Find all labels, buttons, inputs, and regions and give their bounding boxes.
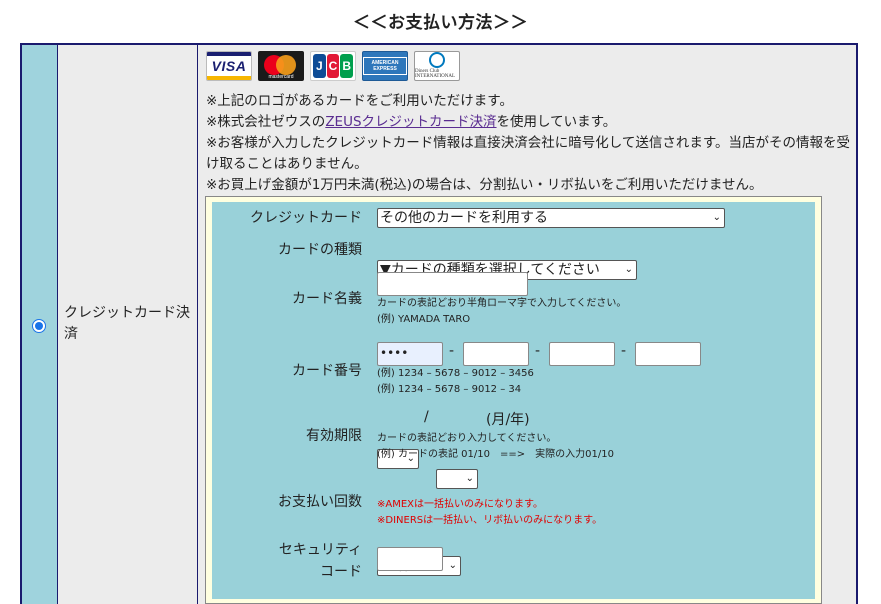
jcb-logo: J C B — [310, 51, 356, 81]
chevron-down-icon: ⌄ — [448, 560, 457, 571]
payment-method-table: クレジットカード決済 VISA mastercard J C B AMERICA… — [20, 43, 858, 604]
payment-notes: ※上記のロゴがあるカードをご利用いただけます。 ※株式会社ゼウスのZEUSクレジ… — [206, 91, 854, 196]
diners-club-logo: Diners Club INTERNATIONAL — [414, 51, 460, 81]
method-label-column: クレジットカード決済 — [58, 45, 198, 604]
expiry-slash: / — [424, 409, 429, 425]
zeus-link[interactable]: ZEUSクレジットカード決済 — [325, 114, 496, 130]
diners-logo-text: Diners Club INTERNATIONAL — [415, 68, 455, 79]
card-logos: VISA mastercard J C B AMERICAN EXPRESS D… — [206, 51, 460, 83]
card-number-example1: (例) 1234 – 5678 – 9012 – 3456 — [377, 368, 534, 379]
credit-card-label: クレジットカード — [250, 210, 362, 226]
card-form-box: クレジットカード その他のカードを利用する ⌄ カードの種類 ▼カードの種類を選択… — [205, 196, 822, 604]
installments-label: お支払い回数 — [278, 494, 362, 510]
card-form: クレジットカード その他のカードを利用する ⌄ カードの種類 ▼カードの種類を選択… — [212, 202, 815, 599]
card-name-hint: カードの表記どおり半角ローマ字で入力してください。 — [377, 298, 627, 309]
expiry-unit: (月/年) — [486, 412, 530, 428]
card-type-label: カードの種類 — [278, 242, 362, 258]
mastercard-logo: mastercard — [258, 51, 304, 81]
credit-card-radio[interactable] — [32, 319, 46, 333]
chevron-down-icon: ⌄ — [624, 264, 633, 275]
card-number-part3[interactable] — [549, 342, 615, 366]
credit-card-select-value: その他のカードを利用する — [380, 210, 548, 226]
amex-logo-text: AMERICAN EXPRESS — [363, 57, 407, 75]
payment-method-label: クレジットカード決済 — [64, 305, 190, 342]
card-name-example: (例) YAMADA TARO — [377, 314, 471, 325]
chevron-down-icon: ⌄ — [465, 473, 474, 484]
amex-warning: ※AMEXは一括払いのみになります。 — [377, 499, 544, 510]
note-encryption: ※お客様が入力したクレジットカード情報は直接決済会社に暗号化して送信されます。当… — [206, 135, 851, 172]
method-detail-column: VISA mastercard J C B AMERICAN EXPRESS D… — [198, 45, 856, 604]
chevron-down-icon: ⌄ — [712, 212, 721, 223]
card-number-example2: (例) 1234 – 5678 – 9012 – 34 — [377, 384, 522, 395]
card-number-part1[interactable]: •••• — [377, 342, 443, 366]
mastercard-logo-text: mastercard — [268, 74, 294, 80]
note-zeus: ※株式会社ゼウスのZEUSクレジットカード決済を使用しています。 — [206, 112, 854, 133]
card-number-sep3: - — [621, 343, 627, 359]
note-installment-limit: ※お買上げ金額が1万円未満(税込)の場合は、分割払い・リボ払いをご利用いただけま… — [206, 177, 763, 193]
card-name-label: カード名義 — [292, 291, 362, 307]
diners-warning: ※DINERSは一括払い、リボ払いのみになります。 — [377, 515, 603, 526]
security-code-input[interactable] — [377, 547, 443, 571]
note-zeus-suffix: を使用しています。 — [496, 114, 617, 130]
card-name-input[interactable] — [377, 272, 528, 296]
note-zeus-prefix: ※株式会社ゼウスの — [206, 114, 326, 130]
expiry-hint: カードの表記どおり入力してください。 — [377, 433, 557, 444]
jcb-letter-j: J — [313, 54, 326, 78]
jcb-letter-c: C — [326, 54, 340, 78]
amex-logo: AMERICAN EXPRESS — [362, 51, 408, 81]
card-number-sep2: - — [535, 343, 541, 359]
visa-logo-text: VISA — [211, 58, 247, 74]
credit-card-select[interactable]: その他のカードを利用する ⌄ — [377, 208, 725, 228]
card-number-label: カード番号 — [292, 363, 362, 379]
expiry-example: (例) カードの表記 01/10 ==> 実際の入力01/10 — [377, 449, 614, 460]
page-title: ＜＜お支払い方法＞＞ — [353, 13, 528, 33]
expiry-label: 有効期限 — [306, 428, 362, 444]
note-logo-cards: ※上記のロゴがあるカードをご利用いただけます。 — [206, 93, 513, 109]
jcb-letter-b: B — [340, 54, 354, 78]
card-number-part2[interactable] — [463, 342, 529, 366]
security-code-label-line2: コード — [320, 564, 362, 580]
card-number-sep1: - — [449, 343, 455, 359]
card-number-part4[interactable] — [635, 342, 701, 366]
security-code-label-line1: セキュリティ — [278, 542, 362, 558]
expiry-year-select[interactable]: ⌄ — [436, 469, 478, 489]
radio-column — [22, 45, 58, 604]
visa-logo: VISA — [206, 51, 252, 81]
